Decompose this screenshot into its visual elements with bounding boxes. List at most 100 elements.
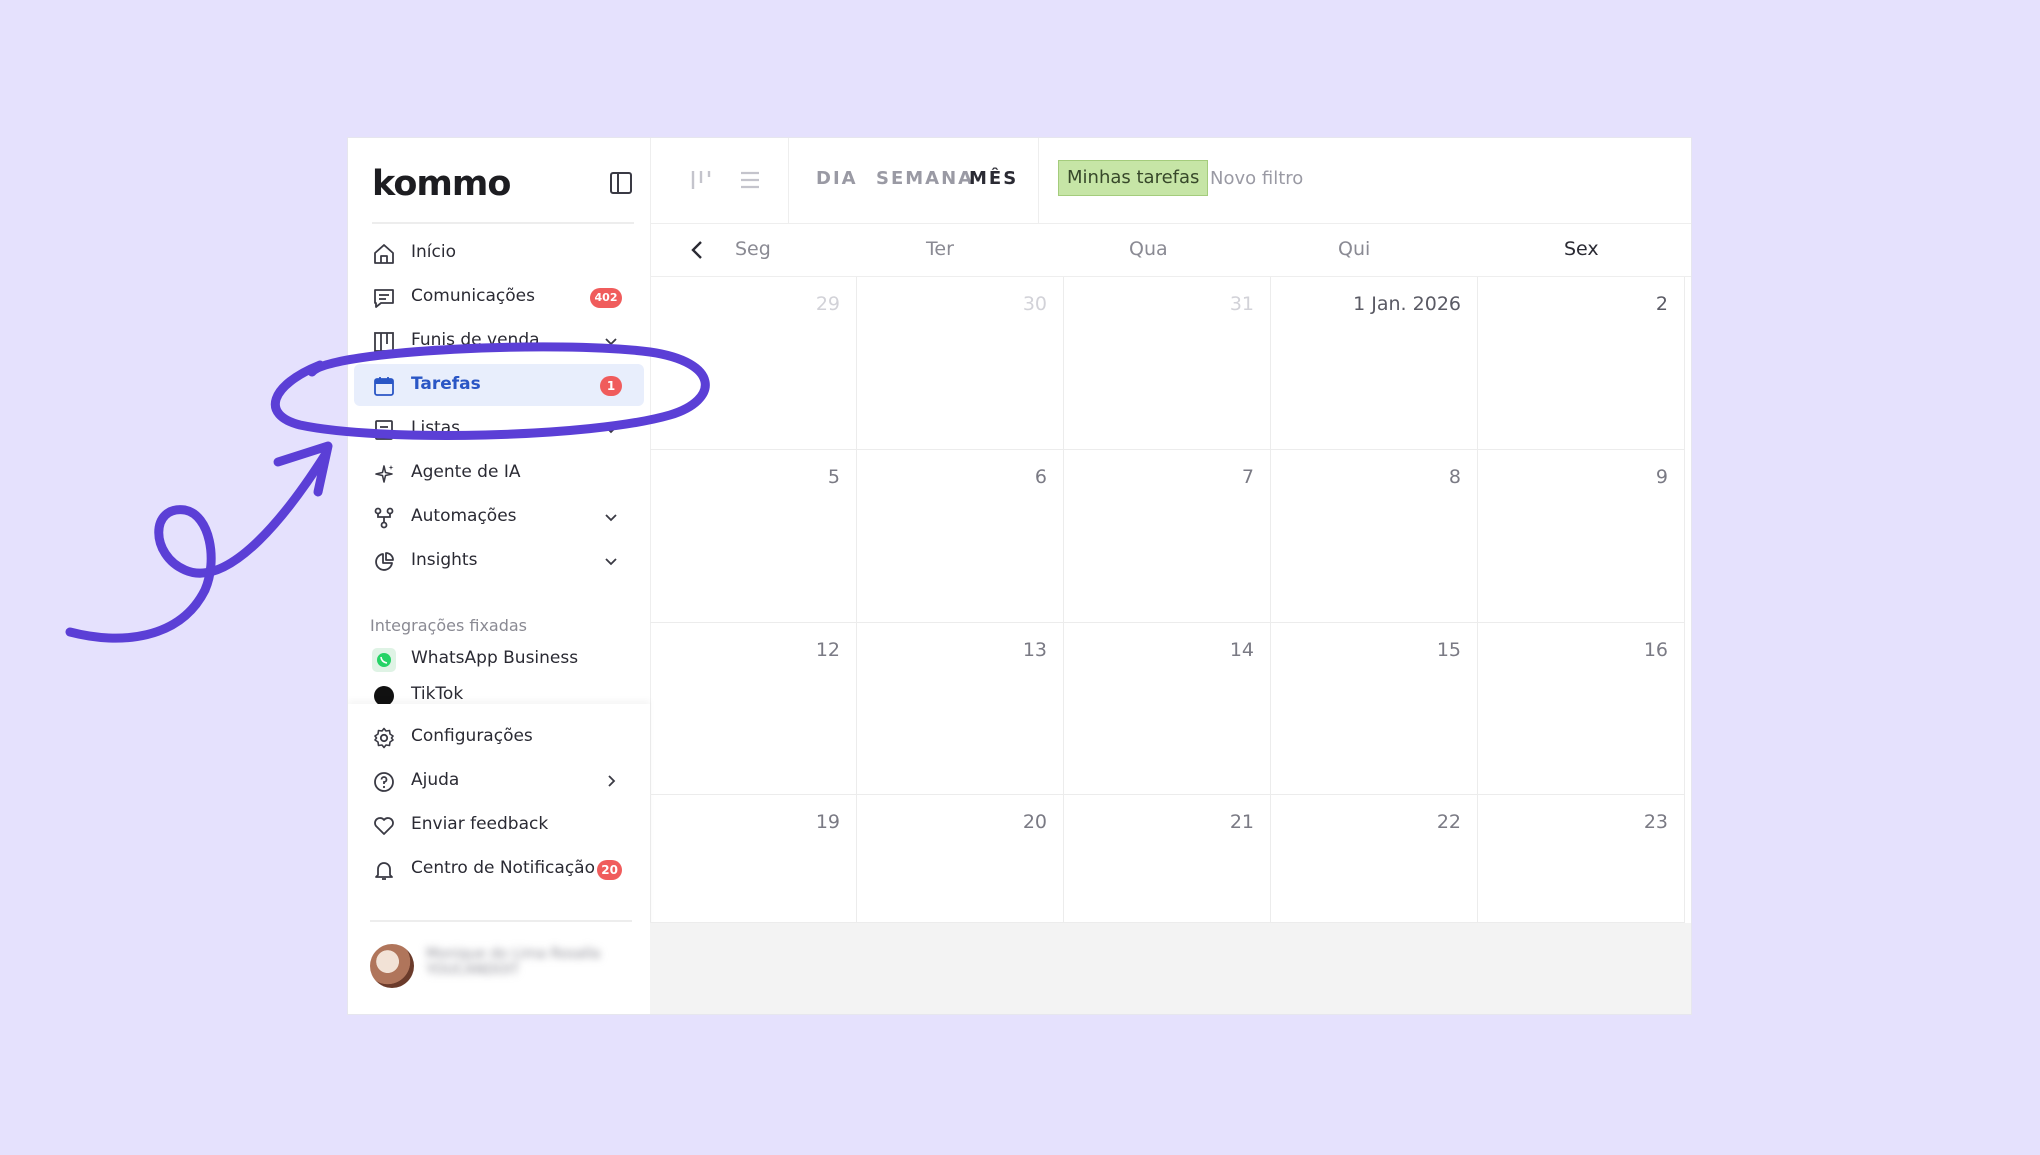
list-view-icon[interactable]: [737, 167, 763, 193]
user-name: Monique do Lima Rosalla: [426, 946, 601, 962]
day-number: 6: [1034, 466, 1047, 488]
chevron-down-icon[interactable]: [604, 422, 618, 436]
day-cell[interactable]: 29: [650, 277, 857, 450]
day-number: 2: [1655, 293, 1668, 315]
day-number: 19: [815, 811, 840, 833]
sidebar-item-insights[interactable]: Insights: [354, 540, 644, 582]
sidebar-item-label: Centro de Notificação: [411, 858, 595, 878]
flow-icon: [374, 507, 394, 529]
sidebar-item-label: Início: [411, 242, 456, 262]
day-cell[interactable]: 23: [1478, 795, 1685, 923]
sidebar-item-label: Configurações: [411, 726, 533, 746]
weekday-label: Qui: [1338, 238, 1371, 260]
sidebar-item-listas[interactable]: Listas: [354, 408, 644, 450]
pie-chart-icon: [375, 552, 394, 571]
new-filter-input[interactable]: Novo filtro: [1210, 168, 1303, 189]
day-number: 7: [1241, 466, 1254, 488]
sidebar-item-agente-ia[interactable]: Agente de IA: [354, 452, 644, 494]
day-cell[interactable]: 20: [857, 795, 1064, 923]
day-number: 14: [1229, 639, 1254, 661]
kommo-logo: kommo: [372, 164, 511, 204]
chevron-left-icon[interactable]: [686, 238, 708, 262]
day-cell[interactable]: 31: [1064, 277, 1271, 450]
chat-icon: [374, 289, 394, 308]
sidebar-item-label: Ajuda: [411, 770, 460, 790]
day-number: 29: [815, 293, 840, 315]
day-number: 5: [827, 466, 840, 488]
day-number: 31: [1229, 293, 1254, 315]
sidebar-item-label: Agente de IA: [411, 462, 521, 482]
chevron-down-icon[interactable]: [604, 334, 618, 348]
day-cell[interactable]: 19: [650, 795, 857, 923]
day-cell[interactable]: 2: [1478, 277, 1685, 450]
user-info[interactable]: Monique do Lima Rosalla YOUCANDOIT: [426, 946, 626, 986]
weekday-header: Seg Ter Qua Qui Sex: [650, 224, 1691, 277]
day-number: 20: [1022, 811, 1047, 833]
day-cell[interactable]: 1 Jan. 2026: [1271, 277, 1478, 450]
sidebar-item-feedback[interactable]: Enviar feedback: [354, 804, 644, 846]
tab-mes[interactable]: MÊS: [969, 168, 1018, 189]
day-cell[interactable]: 30: [857, 277, 1064, 450]
sidebar-item-tarefas[interactable]: Tarefas 1: [354, 364, 644, 406]
day-number: 21: [1229, 811, 1254, 833]
sparkles-icon: [375, 465, 394, 483]
day-cell[interactable]: 16: [1478, 623, 1685, 795]
sidebar-item-configuracoes[interactable]: Configurações: [354, 716, 644, 758]
day-number: 1 Jan. 2026: [1353, 293, 1461, 315]
view-switcher: [650, 138, 789, 223]
board-view-icon[interactable]: [688, 167, 714, 193]
sidebar-item-ajuda[interactable]: Ajuda: [354, 760, 644, 802]
weekday-label: Ter: [926, 238, 954, 260]
day-cell[interactable]: 12: [650, 623, 857, 795]
tab-semana[interactable]: SEMANA: [876, 168, 974, 189]
arrow-curve: [65, 450, 330, 643]
day-cell[interactable]: 7: [1064, 450, 1271, 623]
sidebar-toggle-icon[interactable]: [608, 170, 634, 196]
help-icon: [374, 772, 394, 792]
day-cell[interactable]: 9: [1478, 450, 1685, 623]
pinned-integrations-title: Integrações fixadas: [370, 616, 528, 635]
day-cell[interactable]: 13: [857, 623, 1064, 795]
home-icon: [374, 244, 394, 264]
calendar-footer: [650, 923, 1691, 1014]
day-cell[interactable]: 21: [1064, 795, 1271, 923]
avatar[interactable]: [370, 944, 414, 988]
day-cell[interactable]: 15: [1271, 623, 1478, 795]
chevron-down-icon[interactable]: [604, 554, 618, 568]
day-number: 15: [1436, 639, 1461, 661]
sidebar: kommo Início Comunicações 402 Funis de v…: [348, 138, 651, 1014]
calendar-main: DIA SEMANA MÊS Minhas tarefas Novo filtr…: [650, 138, 1691, 1014]
tab-dia[interactable]: DIA: [816, 168, 858, 189]
month-grid: 29 30 31 1 Jan. 2026 2 5 6 7 8 9 12 13 1…: [650, 277, 1691, 923]
day-cell[interactable]: 8: [1271, 450, 1478, 623]
sidebar-item-notificacoes[interactable]: Centro de Notificação 20: [354, 848, 644, 890]
sidebar-item-automacoes[interactable]: Automações: [354, 496, 644, 538]
task-badge: 1: [600, 376, 622, 396]
gear-icon: [374, 727, 394, 749]
sidebar-bottom: Configurações Ajuda Enviar feedback Cent…: [348, 704, 650, 1014]
day-number: 8: [1448, 466, 1461, 488]
sidebar-item-comunicacoes[interactable]: Comunicações 402: [354, 276, 644, 318]
board-icon: [374, 332, 394, 352]
day-cell[interactable]: 5: [650, 450, 857, 623]
user-org: YOUCANDOIT: [426, 962, 520, 978]
filter-chip-my-tasks[interactable]: Minhas tarefas: [1058, 160, 1209, 196]
sidebar-item-label: Funis de venda: [411, 330, 540, 350]
list-icon: [375, 420, 393, 440]
chevron-down-icon[interactable]: [604, 510, 618, 524]
weekday-label: Qua: [1129, 238, 1168, 260]
sidebar-divider: [372, 222, 634, 224]
arrow-head-icon: [273, 441, 333, 497]
sidebar-item-funis[interactable]: Funis de venda: [354, 320, 644, 362]
sidebar-item-inicio[interactable]: Início: [354, 232, 644, 274]
weekday-label: Seg: [735, 238, 771, 260]
sidebar-divider: [370, 920, 632, 922]
calendar-toolbar: DIA SEMANA MÊS Minhas tarefas Novo filtr…: [650, 138, 1691, 224]
chevron-right-icon[interactable]: [604, 774, 618, 788]
day-cell[interactable]: 22: [1271, 795, 1478, 923]
day-cell[interactable]: 6: [857, 450, 1064, 623]
heart-icon: [374, 817, 394, 835]
day-number: 13: [1022, 639, 1047, 661]
day-cell[interactable]: 14: [1064, 623, 1271, 795]
sidebar-item-label: Tarefas: [411, 374, 481, 394]
